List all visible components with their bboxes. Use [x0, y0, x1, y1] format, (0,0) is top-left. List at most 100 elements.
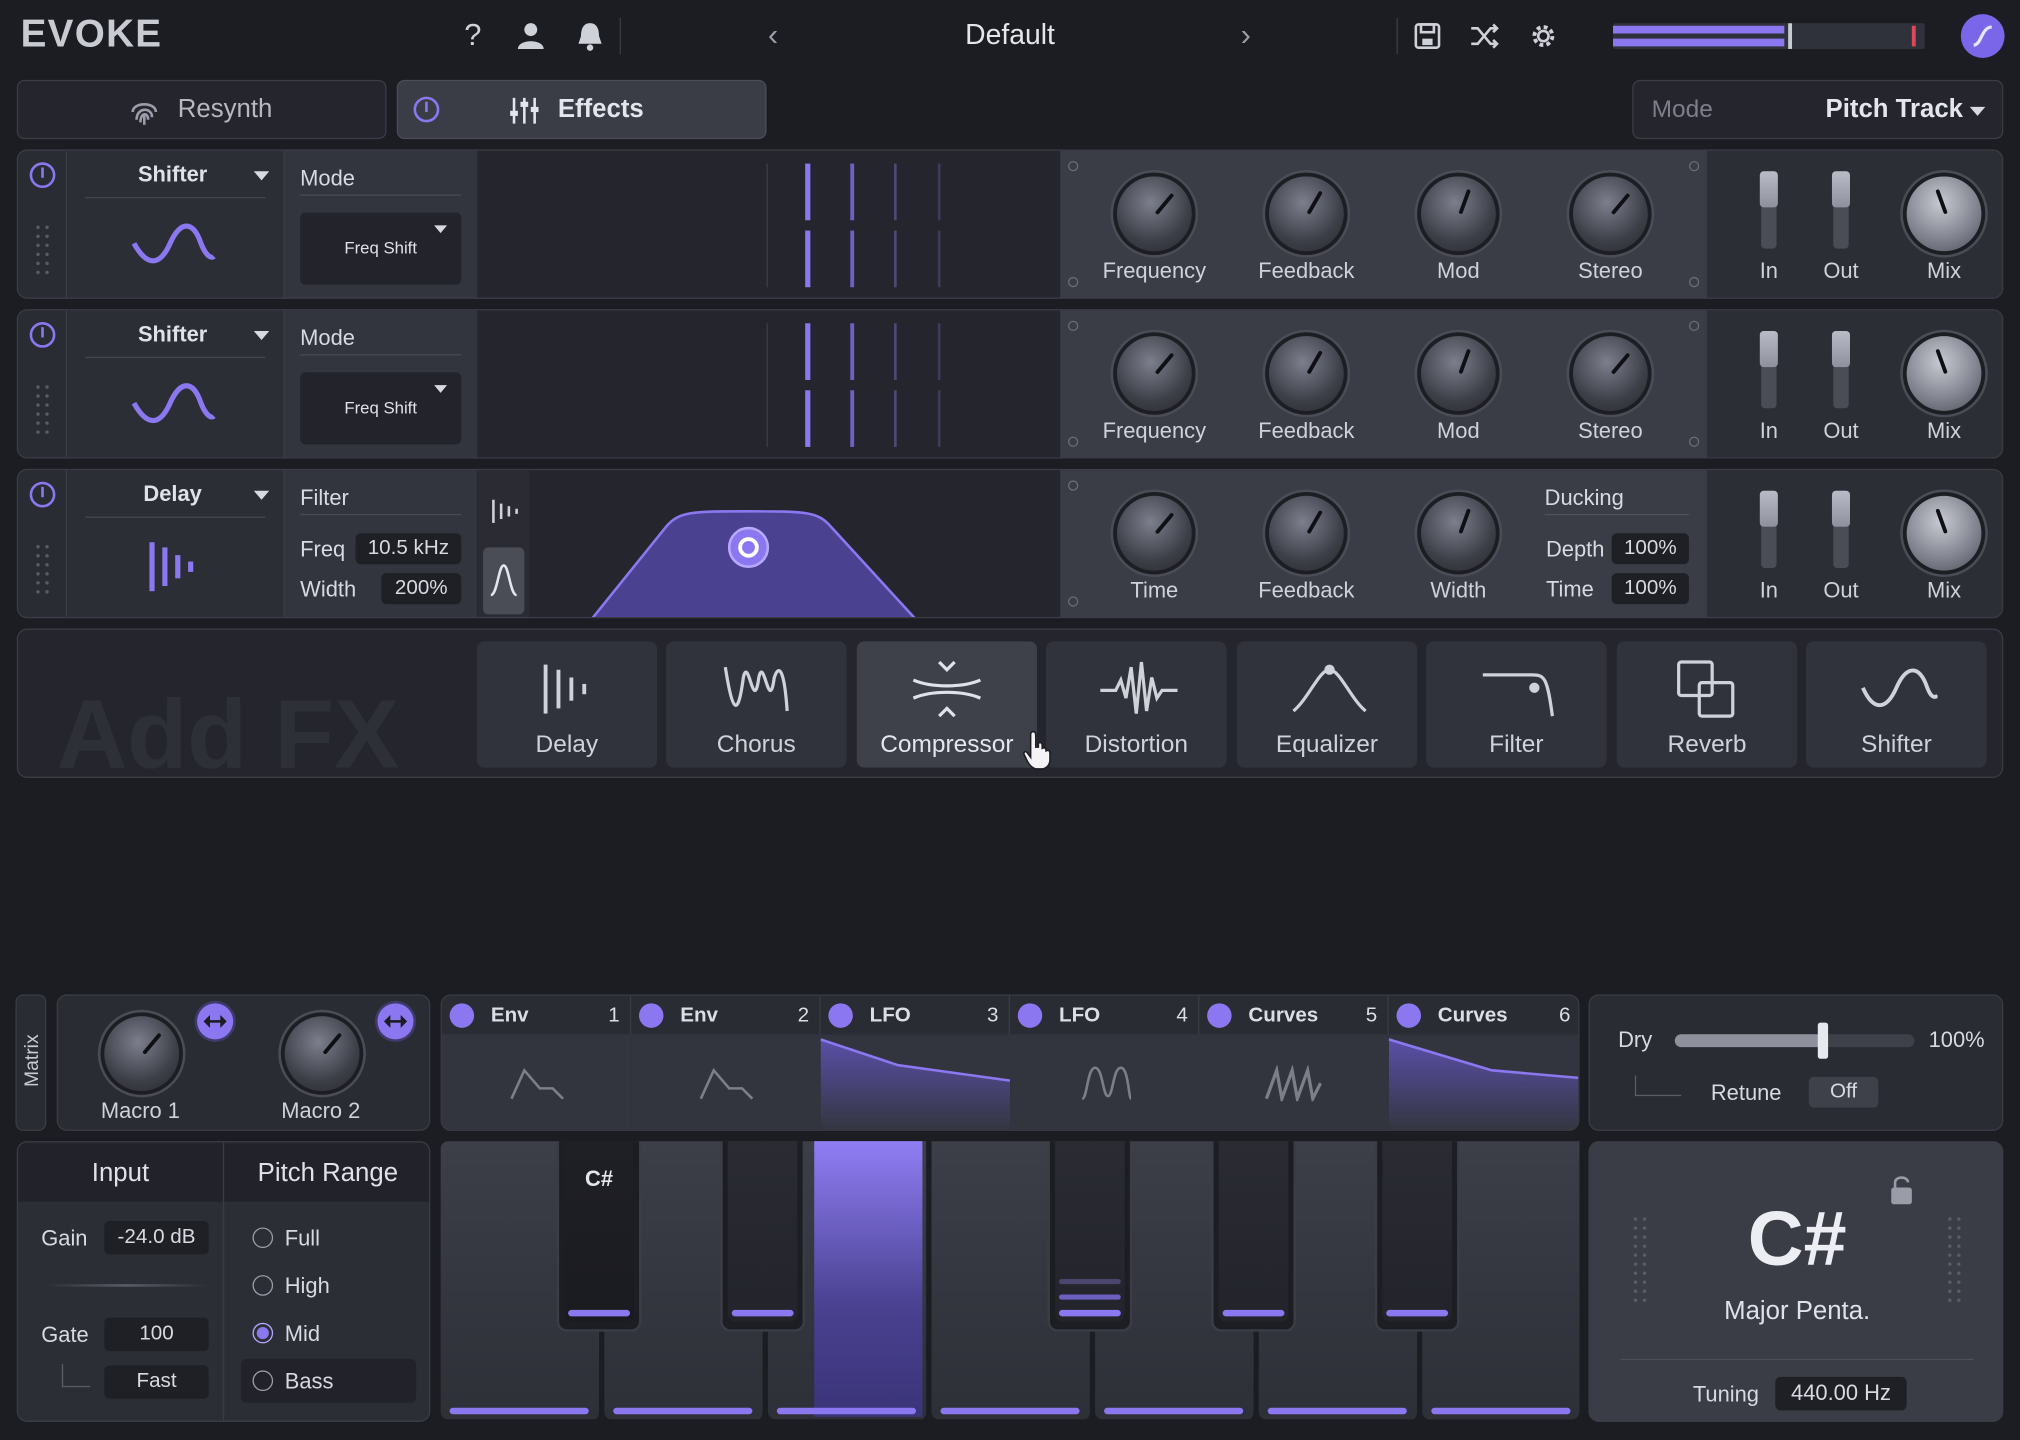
mod-knob[interactable]: [1420, 336, 1496, 411]
piano-key-a-sharp[interactable]: [1374, 1141, 1460, 1332]
user-icon[interactable]: [513, 18, 549, 54]
piano-key-g-sharp[interactable]: [1211, 1141, 1297, 1332]
output-fader[interactable]: [1831, 331, 1850, 409]
input-fader[interactable]: [1759, 490, 1778, 569]
dry-slider[interactable]: [1674, 1022, 1915, 1059]
macro-1-link-icon[interactable]: [197, 1003, 234, 1040]
drag-handle-icon[interactable]: [33, 382, 52, 440]
filter-freq-field[interactable]: 10.5 kHz: [355, 533, 462, 565]
feedback-knob[interactable]: [1268, 495, 1344, 571]
feedback-knob[interactable]: [1268, 336, 1344, 411]
gain-slider[interactable]: [43, 1284, 209, 1287]
delay-mode-icon[interactable]: [491, 498, 519, 524]
effects-power-icon[interactable]: [413, 96, 440, 123]
scale-key[interactable]: C#: [1590, 1194, 2005, 1283]
macro-2-link-icon[interactable]: [377, 1003, 414, 1040]
slot-power-icon[interactable]: [29, 481, 56, 508]
drag-handle-icon[interactable]: [33, 222, 52, 280]
add-fx-equalizer-button[interactable]: Equalizer: [1236, 641, 1418, 768]
add-fx-reverb-button[interactable]: Reverb: [1616, 641, 1798, 768]
mod-knob[interactable]: [1420, 176, 1496, 252]
preset-name[interactable]: Default: [881, 18, 1139, 51]
output-fader[interactable]: [1831, 490, 1850, 569]
mod-drag-icon[interactable]: [1396, 1003, 1421, 1028]
mix-knob[interactable]: [1906, 336, 1982, 411]
add-fx-distortion-button[interactable]: Distortion: [1046, 641, 1227, 768]
piano-key-d-sharp[interactable]: [720, 1141, 806, 1332]
slot-type-label[interactable]: Delay: [67, 482, 278, 508]
stereo-knob[interactable]: [1573, 176, 1648, 252]
bell-icon[interactable]: [572, 18, 608, 54]
gain-field[interactable]: -24.0 dB: [104, 1221, 209, 1255]
mod-curves-6[interactable]: Curves 6: [1388, 995, 1579, 1130]
mod-env-1[interactable]: Env 1: [441, 995, 632, 1130]
mod-env-2[interactable]: Env 2: [631, 995, 821, 1130]
shifter-display[interactable]: [477, 310, 1061, 458]
piano-key-f-sharp[interactable]: [1047, 1141, 1133, 1332]
pitch-range-high-radio[interactable]: [252, 1275, 274, 1296]
frequency-knob[interactable]: [1116, 176, 1192, 252]
scale-name[interactable]: Major Penta.: [1590, 1297, 2005, 1327]
shifter-display[interactable]: [477, 150, 1061, 298]
gate-speed-toggle[interactable]: Fast: [104, 1365, 209, 1399]
shuffle-icon[interactable]: [1466, 18, 1502, 54]
slot-power-icon[interactable]: [29, 162, 56, 189]
macro-1-knob[interactable]: [104, 1016, 180, 1091]
chevron-down-icon[interactable]: [253, 490, 270, 500]
mod-drag-icon[interactable]: [449, 1003, 475, 1028]
tab-effects[interactable]: Effects: [396, 79, 767, 140]
pitch-range-mid-radio[interactable]: [252, 1322, 274, 1344]
prev-preset-icon[interactable]: ‹: [758, 18, 789, 54]
width-knob[interactable]: [1420, 495, 1496, 571]
tab-resynth[interactable]: Resynth: [16, 79, 387, 140]
mode-dropdown[interactable]: Freq Shift: [300, 212, 462, 285]
mod-drag-icon[interactable]: [1017, 1003, 1043, 1028]
frequency-knob[interactable]: [1116, 336, 1192, 411]
filter-width-field[interactable]: 200%: [381, 573, 462, 605]
time-knob[interactable]: [1116, 495, 1192, 571]
output-fader[interactable]: [1831, 171, 1850, 249]
retune-toggle[interactable]: Off: [1808, 1076, 1879, 1108]
mod-curves-5[interactable]: Curves 5: [1199, 995, 1389, 1130]
chevron-down-icon[interactable]: [253, 171, 270, 181]
add-fx-delay-button[interactable]: Delay: [476, 641, 658, 768]
mod-drag-icon[interactable]: [1207, 1003, 1232, 1028]
chevron-down-icon[interactable]: [253, 331, 270, 341]
mod-drag-icon[interactable]: [638, 1003, 664, 1028]
mode-select[interactable]: Mode Pitch Track: [1632, 79, 2004, 140]
mod-drag-icon[interactable]: [828, 1003, 853, 1028]
add-fx-shifter-button[interactable]: Shifter: [1806, 641, 1987, 768]
filter-mode-button[interactable]: [483, 547, 525, 615]
stereo-knob[interactable]: [1573, 336, 1648, 411]
pitch-curve-button[interactable]: [1960, 14, 2005, 58]
mod-lfo-3[interactable]: LFO 3: [820, 995, 1011, 1130]
add-fx-filter-button[interactable]: Filter: [1426, 641, 1607, 768]
piano-key-c-sharp[interactable]: C#: [556, 1141, 642, 1332]
next-preset-icon[interactable]: ›: [1230, 18, 1261, 54]
add-fx-chorus-button[interactable]: Chorus: [666, 641, 847, 768]
help-icon[interactable]: ?: [456, 18, 489, 54]
feedback-knob[interactable]: [1268, 176, 1344, 252]
matrix-toggle[interactable]: Matrix: [15, 994, 47, 1131]
mix-knob[interactable]: [1906, 176, 1982, 252]
gate-field[interactable]: 100: [104, 1317, 209, 1352]
drag-handle-icon[interactable]: [33, 542, 52, 599]
add-fx-compressor-button[interactable]: Compressor: [856, 641, 1038, 768]
slot-type-label[interactable]: Shifter: [67, 322, 278, 348]
tuning-field[interactable]: 440.00 Hz: [1775, 1376, 1907, 1411]
input-fader[interactable]: [1759, 331, 1778, 409]
mod-lfo-4[interactable]: LFO 4: [1010, 995, 1200, 1130]
mode-dropdown[interactable]: Freq Shift: [300, 372, 462, 445]
pitch-range-full-radio[interactable]: [252, 1227, 274, 1249]
slot-type-label[interactable]: Shifter: [67, 162, 278, 188]
slot-power-icon[interactable]: [29, 322, 56, 348]
save-icon[interactable]: [1409, 18, 1445, 54]
input-fader[interactable]: [1759, 171, 1778, 249]
macro-2-knob[interactable]: [284, 1016, 360, 1091]
filter-display[interactable]: [529, 470, 1061, 617]
ducking-depth-field[interactable]: 100%: [1611, 533, 1689, 565]
dry-slider-thumb[interactable]: [1818, 1022, 1829, 1059]
gear-icon[interactable]: [1525, 18, 1561, 54]
pitch-range-bass-radio[interactable]: [252, 1370, 274, 1392]
ducking-time-field[interactable]: 100%: [1611, 573, 1689, 605]
